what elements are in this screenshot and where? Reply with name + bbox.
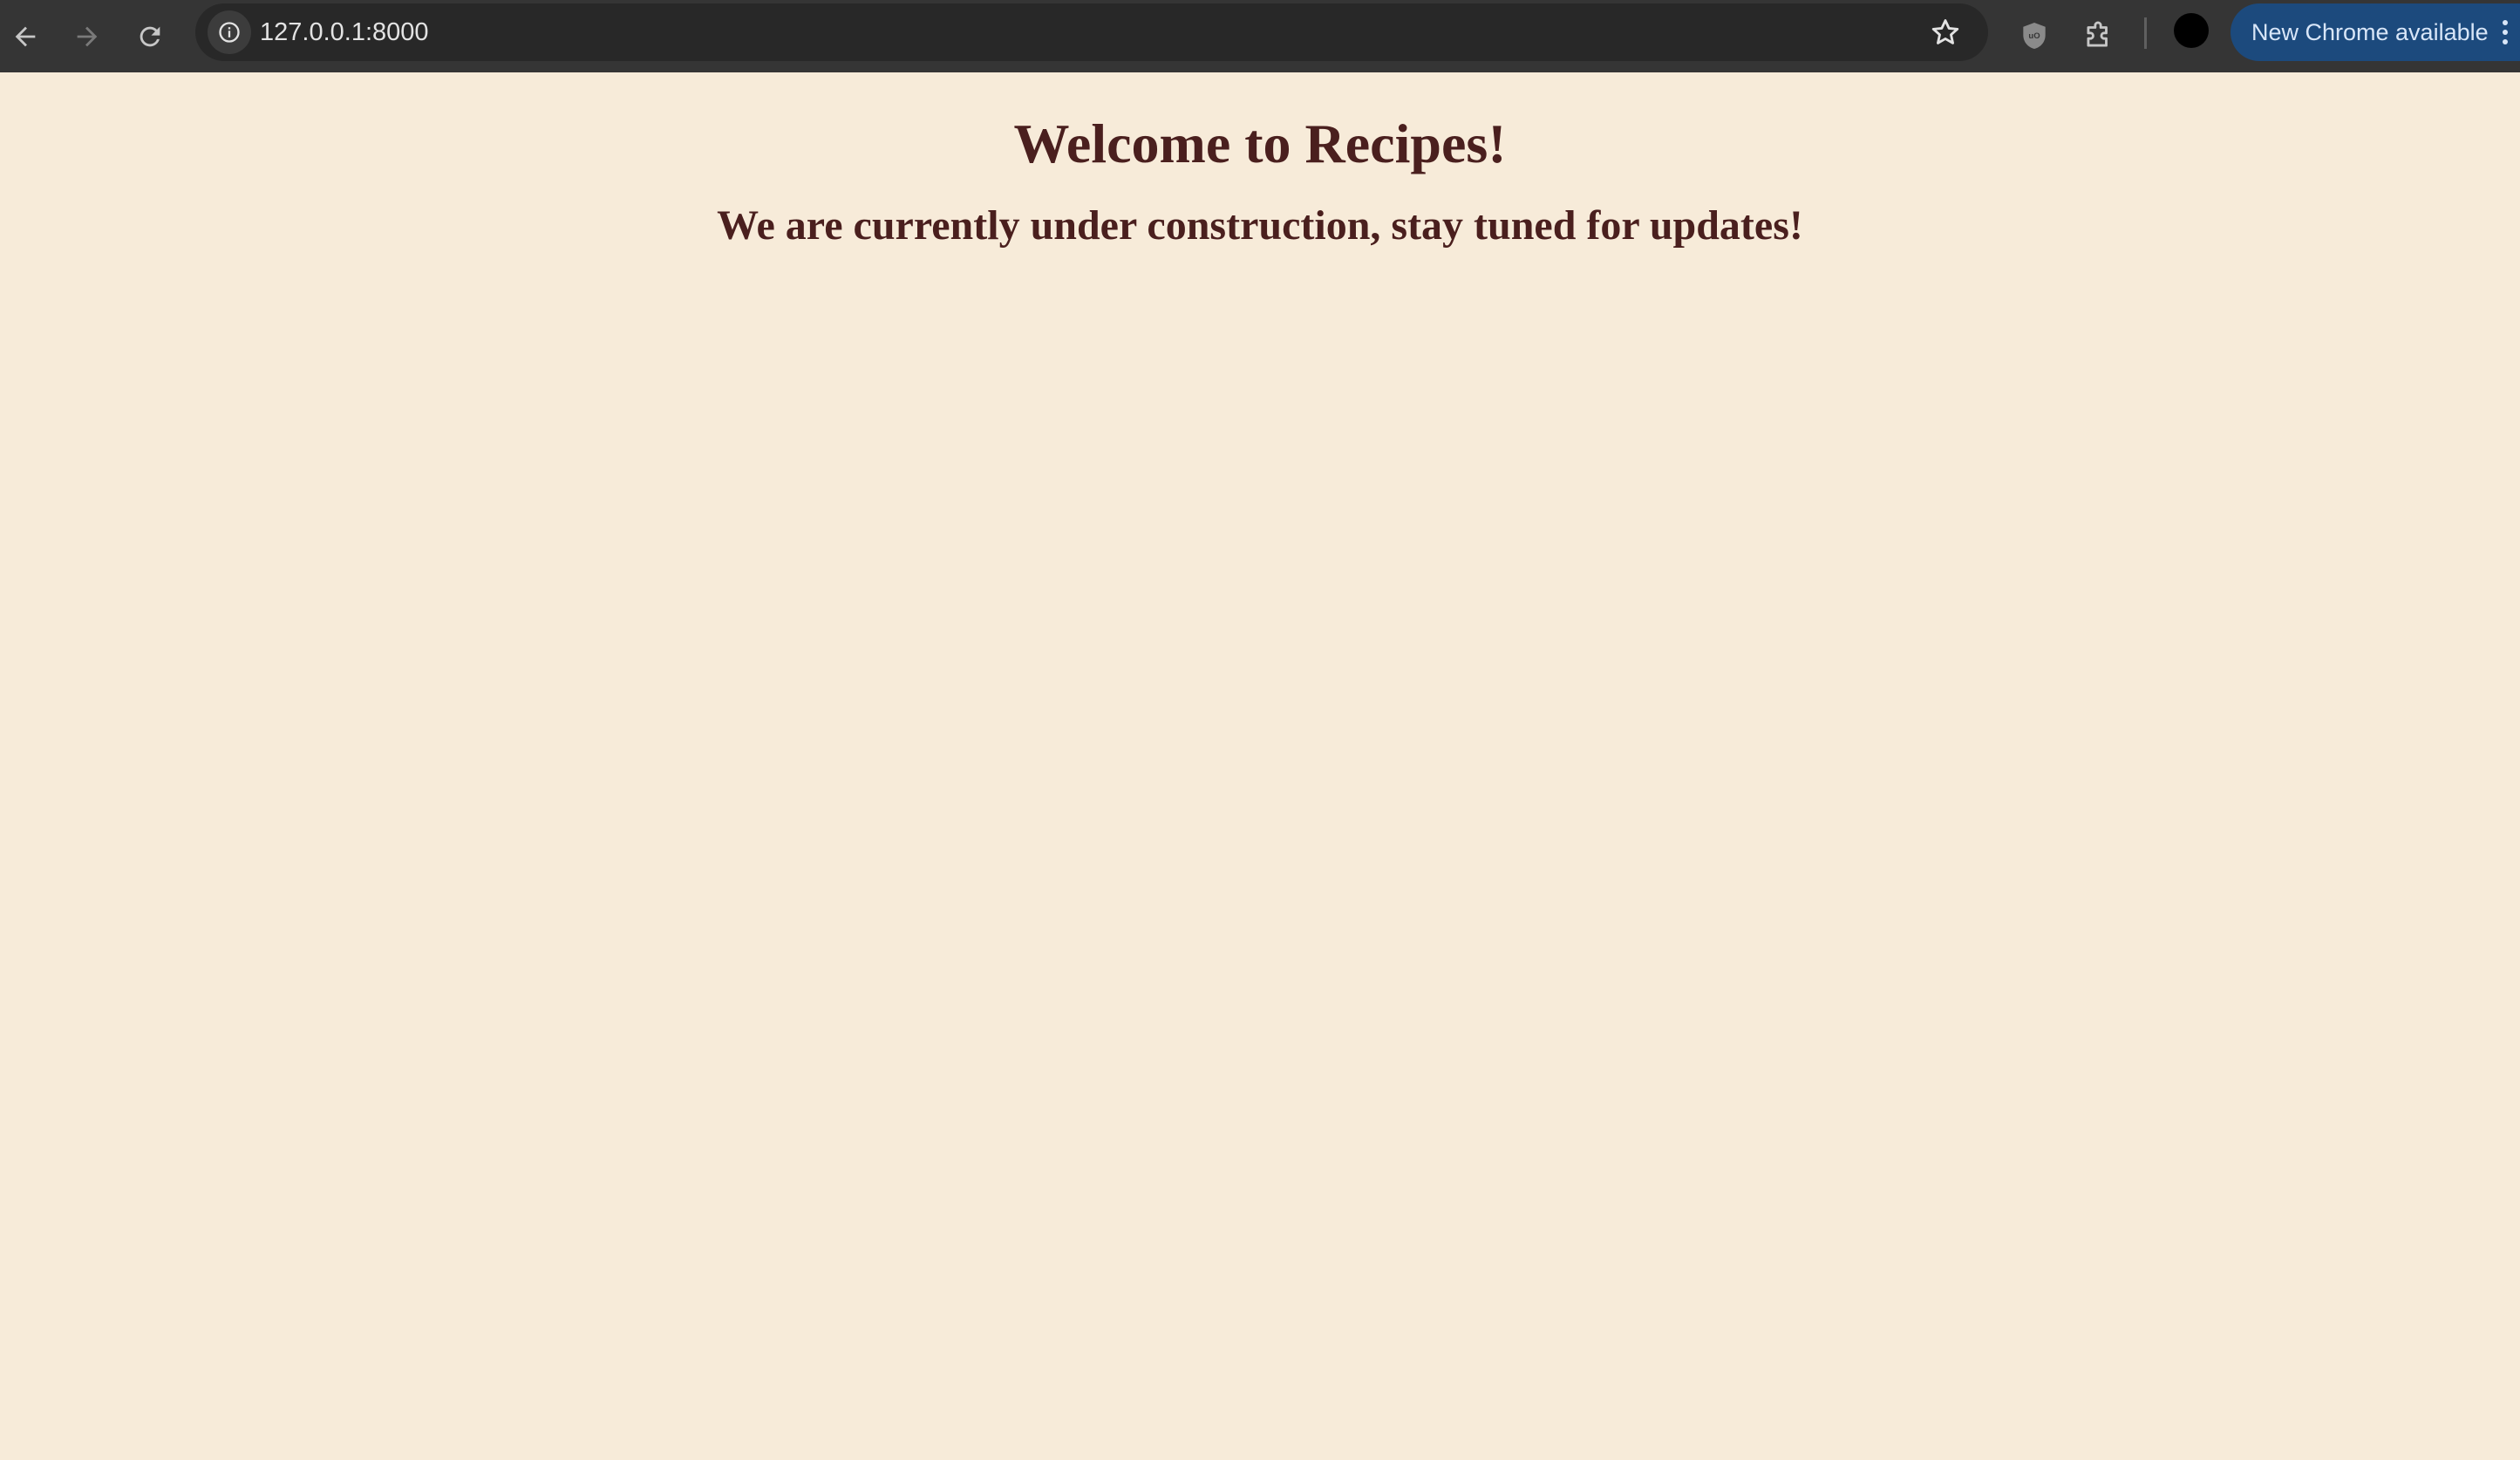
info-icon <box>219 22 240 43</box>
extensions-button[interactable] <box>2076 14 2120 58</box>
shield-extension-button[interactable]: uO <box>2013 14 2056 58</box>
arrow-left-icon <box>15 26 36 47</box>
update-chrome-button[interactable]: New Chrome available <box>2231 3 2520 61</box>
page-subheading: We are currently under construction, sta… <box>717 202 1803 249</box>
reload-button[interactable] <box>126 12 174 61</box>
page-heading: Welcome to Recipes! <box>1013 113 1507 174</box>
kebab-menu-icon[interactable] <box>2501 18 2510 46</box>
star-icon[interactable] <box>1929 16 1962 49</box>
puzzle-icon <box>2087 21 2108 47</box>
back-button[interactable] <box>1 12 50 61</box>
svg-text:uO: uO <box>2028 31 2040 41</box>
reload-icon <box>140 26 160 47</box>
site-info-button[interactable] <box>208 10 251 54</box>
toolbar-divider <box>2144 17 2147 49</box>
address-bar[interactable]: 127.0.0.1:8000 <box>195 3 1988 61</box>
forward-button[interactable] <box>63 12 112 61</box>
browser-toolbar: 127.0.0.1:8000 uO New Chrome available <box>0 0 2520 72</box>
update-chip-label: New Chrome available <box>2251 19 2489 45</box>
profile-avatar[interactable] <box>2174 13 2209 48</box>
url-text[interactable]: 127.0.0.1:8000 <box>260 3 429 61</box>
shield-icon: uO <box>2023 22 2046 50</box>
arrow-right-icon <box>77 26 98 47</box>
page-content: Welcome to Recipes! We are currently und… <box>0 72 2520 1460</box>
